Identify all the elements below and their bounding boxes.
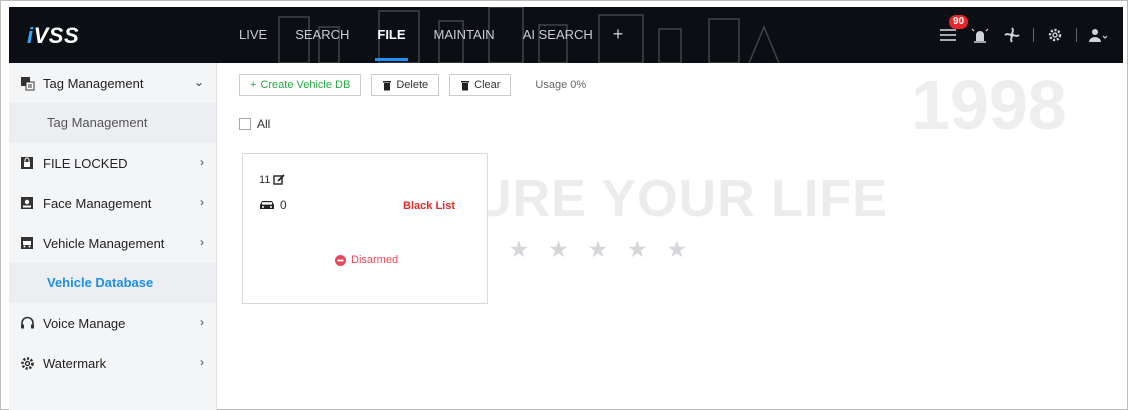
vehicle-database-card[interactable]: 11 0 Black List Disarmed [242, 153, 488, 304]
car-icon [260, 201, 274, 209]
sidebar: Tag Management ⌄ Tag Management FILE LOC… [9, 63, 217, 410]
user-account-icon[interactable] [1087, 24, 1109, 46]
trash-icon [383, 80, 392, 90]
divider [1076, 28, 1077, 42]
chevron-right-icon: › [200, 155, 204, 169]
watermark-year: 1998 [911, 66, 1067, 144]
select-all-row: All [239, 117, 270, 131]
tab-maintain[interactable]: MAINTAIN [420, 7, 509, 63]
sidebar-item-voice-manage[interactable]: Voice Manage › [9, 303, 216, 343]
sidebar-subitem-vehicle-database[interactable]: Vehicle Database [9, 263, 216, 303]
sidebar-subitem-tag-management[interactable]: Tag Management [9, 103, 216, 143]
chevron-right-icon: › [200, 195, 204, 209]
top-navigation-bar: iVSS LIVE SEARCH FILE MAINTAIN AI SEARCH… [9, 7, 1123, 63]
usage-indicator: Usage 0% [535, 79, 587, 91]
tab-search[interactable]: SEARCH [281, 7, 363, 63]
sidebar-item-face-management[interactable]: Face Management › [9, 183, 216, 223]
sidebar-item-label: FILE LOCKED [43, 155, 128, 171]
divider [1033, 28, 1034, 42]
chevron-right-icon: › [200, 315, 204, 329]
alarm-list-icon[interactable]: 90 [937, 15, 969, 46]
sidebar-item-tag-management[interactable]: Tag Management ⌄ [9, 63, 216, 103]
lock-file-icon [19, 155, 35, 171]
select-all-label: All [257, 117, 271, 131]
tag-icon [19, 75, 35, 91]
face-library-icon [19, 195, 35, 211]
settings-gear-icon[interactable] [1044, 24, 1066, 46]
edit-icon[interactable] [273, 174, 286, 186]
tab-file[interactable]: FILE [363, 7, 419, 63]
trash-icon [461, 80, 470, 90]
sidebar-item-label: Voice Manage [43, 315, 126, 331]
header-actions: 90 [937, 7, 1109, 63]
disarmed-icon [335, 254, 346, 266]
headphones-icon [19, 315, 35, 331]
sidebar-item-label: Vehicle Management [43, 235, 165, 251]
sidebar-item-label: Face Management [43, 195, 152, 211]
vehicle-library-icon [19, 235, 35, 251]
delete-button[interactable]: Delete [371, 74, 440, 96]
list-type-label: Black List [403, 200, 455, 212]
plus-icon: + [250, 79, 257, 91]
sidebar-item-watermark[interactable]: Watermark › [9, 343, 216, 383]
sidebar-item-label: Tag Management [43, 75, 144, 91]
chevron-right-icon: › [200, 355, 204, 369]
sidebar-item-vehicle-management[interactable]: Vehicle Management › [9, 223, 216, 263]
ivss-logo: iVSS [27, 23, 80, 48]
sidebar-item-file-locked[interactable]: FILE LOCKED › [9, 143, 216, 183]
watermark-gear-icon [19, 355, 35, 371]
arming-status[interactable]: Disarmed [335, 254, 398, 266]
create-vehicle-db-button[interactable]: + Create Vehicle DB [239, 74, 362, 96]
select-all-checkbox[interactable] [239, 118, 251, 130]
alarm-count-badge: 90 [949, 15, 969, 29]
database-id: 11 [259, 174, 286, 186]
fan-icon[interactable] [1001, 24, 1023, 46]
toolbar: + Create Vehicle DB Delete Clear Usage 0… [239, 73, 586, 97]
siren-icon[interactable] [969, 24, 991, 46]
chevron-down-icon: ⌄ [193, 75, 204, 89]
add-tab-button[interactable]: + [607, 7, 630, 63]
chevron-right-icon: › [200, 235, 204, 249]
vehicle-count: 0 [258, 198, 287, 212]
tab-live[interactable]: LIVE [225, 7, 281, 63]
sidebar-item-label: Watermark [43, 355, 107, 371]
clear-button[interactable]: Clear [449, 74, 512, 96]
main-tabs: LIVE SEARCH FILE MAINTAIN AI SEARCH + [225, 7, 629, 63]
tab-ai-search[interactable]: AI SEARCH [509, 7, 607, 63]
app-window: 1998 WE SECURE YOUR LIFE ★ ★ ★ ★ ★ ★ ★ i… [0, 0, 1128, 410]
